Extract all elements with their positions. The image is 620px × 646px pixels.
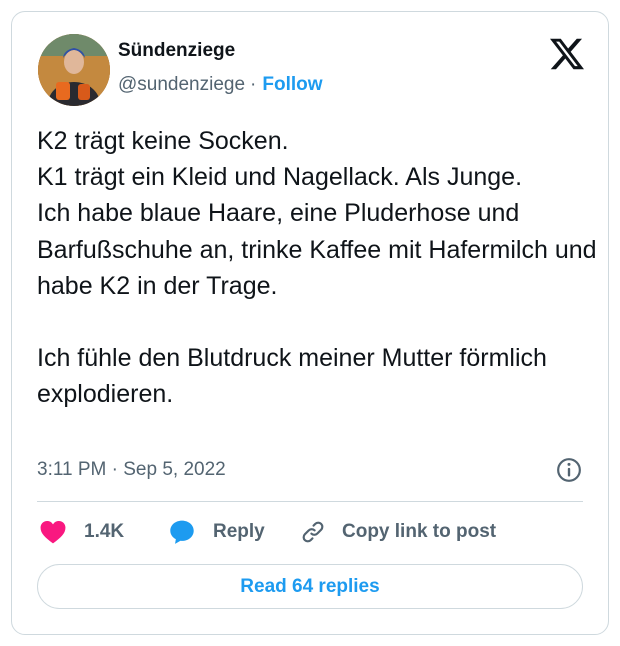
avatar-image: [38, 34, 110, 106]
author-name[interactable]: Sündenziege: [118, 39, 235, 63]
link-icon: [302, 521, 324, 543]
x-logo-icon[interactable]: [550, 37, 584, 71]
author-meta: @sundenziege · Follow: [118, 73, 323, 97]
read-replies-button[interactable]: Read 64 replies: [37, 564, 583, 609]
divider: [37, 501, 583, 502]
like-count: 1.4K: [84, 521, 125, 542]
tweet-timestamp[interactable]: 3:11 PM · Sep 5, 2022: [37, 458, 226, 482]
tweet-card: Sündenziege @sundenziege · Follow K2 trägt…: [11, 11, 609, 635]
tweet-text: K2 trägt keine Socken. K1 trägt ein Klei…: [37, 127, 597, 409]
separator-dot: ·: [250, 74, 257, 95]
author-handle[interactable]: @sundenziege: [118, 74, 245, 95]
reply-label: Reply: [213, 521, 265, 542]
copy-link-button[interactable]: Copy link to post: [300, 517, 496, 547]
heart-icon: [40, 520, 66, 544]
like-button[interactable]: 1.4K: [40, 517, 124, 547]
copy-link-label: Copy link to post: [342, 521, 497, 542]
avatar[interactable]: [38, 34, 110, 106]
reply-button[interactable]: Reply: [169, 517, 265, 547]
info-icon[interactable]: [556, 457, 582, 483]
speech-bubble-icon: [170, 520, 194, 544]
follow-button[interactable]: Follow: [262, 74, 322, 95]
